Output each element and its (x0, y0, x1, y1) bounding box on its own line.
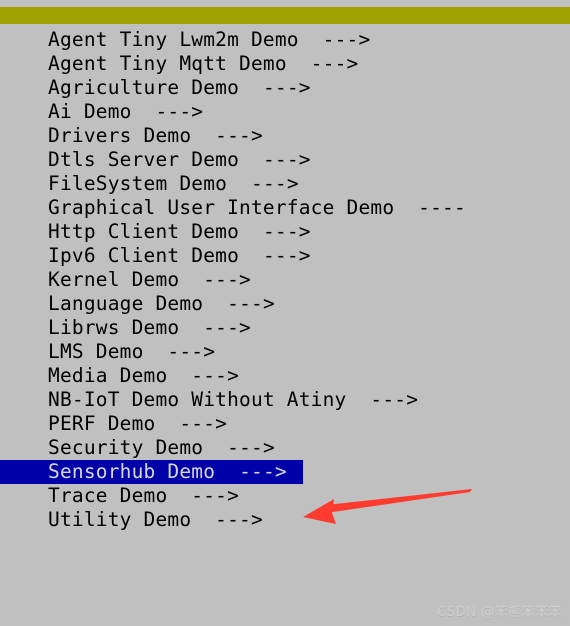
submenu-arrow-icon: ---> (191, 484, 240, 507)
submenu-arrow-icon: ---> (203, 268, 251, 291)
menu-item[interactable]: Language Demo ---> (0, 292, 570, 316)
menu-item[interactable]: Http Client Demo ---> (0, 220, 570, 244)
menu-list: Agent Tiny Lwm2m Demo ---> Agent Tiny Mqt… (0, 28, 570, 532)
menu-item[interactable]: PERF Demo ---> (0, 412, 570, 436)
menu-item[interactable]: Security Demo ---> (0, 436, 570, 460)
menu-item-label: Graphical User Interface Demo (48, 196, 395, 219)
menu-title-bar (0, 7, 570, 24)
menu-item-label: PERF Demo (48, 412, 156, 435)
menu-item-label: Ai Demo (48, 100, 132, 123)
menu-item[interactable]: Agriculture Demo ---> (0, 76, 570, 100)
submenu-arrow-icon: ---> (203, 316, 251, 339)
menu-item-label: Trace Demo (48, 484, 168, 507)
menu-item-label: Agriculture Demo (48, 76, 240, 99)
menu-item-label: NB-IoT Demo Without Atiny (48, 388, 347, 411)
menu-item-label: Agent Tiny Lwm2m Demo (48, 28, 299, 51)
menu-item[interactable]: Agent Tiny Mqtt Demo ---> (0, 52, 570, 76)
menu-item-label: Agent Tiny Mqtt Demo (48, 52, 287, 75)
submenu-arrow-icon: ---> (262, 244, 311, 267)
menu-item-label: LMS Demo (48, 340, 144, 363)
submenu-arrow-icon: ---> (191, 364, 240, 387)
submenu-arrow-icon: ---> (322, 28, 371, 51)
menu-item[interactable]: LMS Demo ---> (0, 340, 570, 364)
submenu-arrow-icon: ---- (418, 196, 466, 219)
menu-item[interactable]: Media Demo ---> (0, 364, 570, 388)
clipped-top-strip: < > < > (0, 0, 570, 7)
menu-item-label: Language Demo (48, 292, 204, 315)
menu-item-label: Ipv6 Client Demo (48, 244, 240, 267)
menu-item[interactable]: Dtls Server Demo ---> (0, 148, 570, 172)
submenu-arrow-icon: ---> (227, 292, 275, 315)
menu-item-label: Kernel Demo (48, 268, 180, 291)
menu-item[interactable]: Graphical User Interface Demo ---- (0, 196, 570, 220)
submenu-arrow-icon: ---> (167, 340, 216, 363)
submenu-arrow-icon: ---> (262, 76, 311, 99)
submenu-arrow-icon: ---> (215, 124, 263, 147)
submenu-arrow-icon: ---> (179, 412, 228, 435)
menu-item-label: FileSystem Demo (48, 172, 228, 195)
menu-item-label: Http Client Demo (48, 220, 240, 243)
menu-item-label: Drivers Demo (48, 124, 192, 147)
submenu-arrow-icon: ---> (310, 52, 359, 75)
submenu-arrow-icon: ---> (239, 460, 287, 483)
submenu-arrow-icon: ---> (262, 148, 311, 171)
menu-item[interactable]: Sensorhub Demo ---> (0, 460, 303, 484)
menu-item-label: Security Demo (48, 436, 204, 459)
submenu-arrow-icon: ---> (262, 220, 311, 243)
menu-item[interactable]: Trace Demo ---> (0, 484, 570, 508)
csdn-watermark: CSDN @笨熊笨笨笨 (437, 605, 562, 620)
menu-item-label: Librws Demo (48, 316, 180, 339)
clipped-top-text: < > < > (0, 0, 92, 5)
menu-item-label: Utility Demo (48, 508, 192, 531)
submenu-arrow-icon: ---> (370, 388, 419, 411)
menu-item-label: Dtls Server Demo (48, 148, 240, 171)
menu-item[interactable]: FileSystem Demo ---> (0, 172, 570, 196)
menuconfig-window: < > < > Agent Tiny Lwm2m Demo --->Agent … (0, 0, 570, 626)
menu-item-label: Sensorhub Demo (48, 460, 216, 483)
submenu-arrow-icon: ---> (215, 508, 263, 531)
menu-item[interactable]: Drivers Demo ---> (0, 124, 570, 148)
menu-item[interactable]: Kernel Demo ---> (0, 268, 570, 292)
menu-item-label: Media Demo (48, 364, 168, 387)
menu-item[interactable]: Librws Demo ---> (0, 316, 570, 340)
menu-item[interactable]: Ai Demo ---> (0, 100, 570, 124)
menu-item[interactable]: NB-IoT Demo Without Atiny ---> (0, 388, 570, 412)
submenu-arrow-icon: ---> (227, 436, 275, 459)
menu-item[interactable]: Ipv6 Client Demo ---> (0, 244, 570, 268)
submenu-arrow-icon: ---> (251, 172, 299, 195)
menu-item[interactable]: Utility Demo ---> (0, 508, 570, 532)
menu-item[interactable]: Agent Tiny Lwm2m Demo ---> (0, 28, 570, 52)
submenu-arrow-icon: ---> (155, 100, 204, 123)
